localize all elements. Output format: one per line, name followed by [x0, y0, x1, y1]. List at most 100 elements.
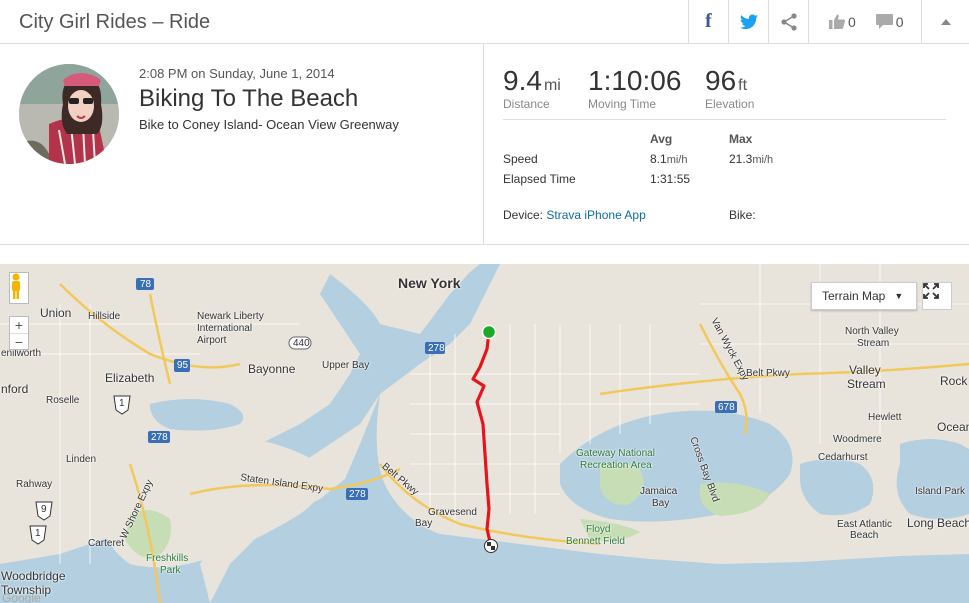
map-label-north-valley: North Valley [845, 326, 899, 337]
moving-time-label: Moving Time [588, 97, 657, 111]
map-label-new-york: New York [398, 275, 461, 291]
speed-max-value: 21.3 [729, 152, 753, 166]
finish-marker[interactable] [484, 539, 498, 553]
caret-up-icon [940, 19, 951, 25]
route-shield-278-b: 278 [151, 432, 168, 443]
distance-unit: mi [543, 77, 561, 94]
map-label-newark-2: International [197, 323, 253, 334]
map-type-dropdown[interactable]: Terrain Map ▼ [811, 282, 917, 310]
street-view-pegman[interactable] [9, 272, 29, 304]
twitter-share-button[interactable] [728, 0, 768, 43]
page-header: City Girl Rides – Ride f 0 0 [0, 0, 969, 44]
start-marker[interactable] [481, 324, 497, 340]
comment-icon [875, 14, 893, 29]
map-label-valley-2: Stream [847, 377, 886, 391]
zoom-out-button[interactable]: − [10, 333, 28, 350]
page-title: City Girl Rides – Ride [19, 11, 211, 33]
elevation-label: Elevation [705, 97, 755, 111]
route-shield-9: 9 [41, 504, 47, 515]
stat-moving-time: 1:10:06 Moving Time [588, 65, 681, 111]
speed-avg: 8.1mi/h [650, 152, 687, 166]
route-shield-678: 678 [718, 402, 735, 413]
map-label-newark-3: Airport [197, 335, 227, 346]
map-label-jamaica: Jamaica [640, 486, 678, 497]
device-link[interactable]: Strava iPhone App [546, 208, 645, 222]
facebook-share-button[interactable]: f [688, 0, 728, 43]
map-label-rock: Rock [940, 374, 968, 388]
speed-avg-unit: mi/h [666, 154, 688, 166]
route-shield-440: 440 [293, 338, 310, 349]
expand-icon [923, 283, 939, 299]
map-label-upper-bay: Upper Bay [322, 360, 370, 371]
twitter-icon [739, 14, 758, 29]
kudos-button[interactable]: 0 [829, 14, 856, 30]
elapsed-value: 1:31:55 [650, 172, 691, 186]
activity-name: Biking To The Beach [139, 85, 359, 112]
stats-divider [503, 119, 946, 120]
map-label-woodmere: Woodmere [833, 434, 882, 445]
map-type-label: Terrain Map [822, 289, 886, 303]
social-actions: 0 0 [808, 0, 921, 43]
map-label-union: Union [40, 306, 72, 320]
map-label-freshkills: Freshkills [146, 553, 189, 564]
activity-description: Bike to Coney Island- Ocean View Greenwa… [139, 117, 399, 132]
route-shield-1-b: 1 [35, 528, 41, 539]
map-label-roselle: Roselle [46, 395, 80, 406]
map-label-freshkills-park: Park [160, 565, 181, 576]
route-shield-95: 95 [177, 360, 189, 371]
map-label-carteret: Carteret [88, 538, 125, 549]
fullscreen-button[interactable] [922, 282, 952, 310]
speed-avg-value: 8.1 [650, 152, 667, 166]
map-label-jamaica-bay: Bay [652, 498, 670, 509]
panel-divider [483, 44, 484, 244]
comments-count: 0 [895, 13, 904, 30]
chevron-down-icon: ▼ [894, 291, 904, 301]
elapsed-label: Elapsed Time [503, 172, 576, 186]
share-button[interactable] [768, 0, 808, 43]
map-label-hillside: Hillside [88, 311, 121, 322]
speed-max-unit: mi/h [752, 154, 774, 166]
map-label-valley: Valley [849, 363, 881, 377]
elevation-unit: ft [738, 77, 748, 94]
route-map[interactable]: New York Union Hillside Newark Liberty I… [0, 264, 969, 603]
zoom-in-button[interactable]: + [10, 317, 28, 333]
map-label-gateway: Gateway National [576, 448, 655, 459]
map-label-long-beach: Long Beach [907, 516, 969, 530]
stat-distance: 9.4 mi Distance [503, 65, 561, 111]
device-info: Device: Strava iPhone App [503, 208, 646, 222]
map-label-ocean: Ocean [937, 420, 969, 434]
map-label-elizabeth: Elizabeth [105, 371, 155, 385]
map-label-island-park: Island Park [915, 486, 966, 497]
col-max-header: Max [729, 132, 753, 146]
route-shield-1: 1 [119, 398, 125, 409]
map-label-gravesend: Gravesend [428, 507, 477, 518]
map-label-floyd-bennett: Bennett Field [566, 536, 625, 547]
activity-summary: 2:08 PM on Sunday, June 1, 2014 Biking T… [0, 44, 969, 245]
elevation-value: 96 [705, 65, 737, 96]
google-logo: Google [2, 591, 41, 603]
facebook-icon: f [705, 10, 712, 32]
collapse-button[interactable] [921, 0, 969, 43]
route-shield-278-a: 278 [428, 343, 445, 354]
map-label-bayonne: Bayonne [248, 362, 296, 376]
distance-value: 9.4 [503, 65, 542, 96]
map-label-rahway: Rahway [16, 479, 53, 490]
map-label-east-atlantic: East Atlantic [837, 519, 893, 530]
col-avg-header: Avg [650, 132, 673, 146]
zoom-control: + − [9, 316, 29, 350]
avatar-photo [19, 64, 119, 164]
bike-label: Bike: [729, 208, 756, 222]
athlete-avatar[interactable] [19, 64, 119, 164]
pegman-icon [12, 273, 20, 299]
speed-label: Speed [503, 152, 538, 166]
map-label-belt-pkwy-east: Belt Pkwy [746, 368, 790, 379]
map-label-gravesend-bay: Bay [415, 518, 433, 529]
speed-max: 21.3mi/h [729, 152, 773, 166]
map-label-floyd: Floyd [586, 524, 611, 535]
map-label-hewlett: Hewlett [868, 412, 902, 423]
thumbs-up-icon [829, 14, 845, 29]
share-icon [780, 12, 797, 31]
route-shield-278-c: 278 [349, 489, 366, 500]
comments-button[interactable]: 0 [875, 13, 904, 30]
stat-elevation: 96 ft Elevation [705, 65, 754, 111]
